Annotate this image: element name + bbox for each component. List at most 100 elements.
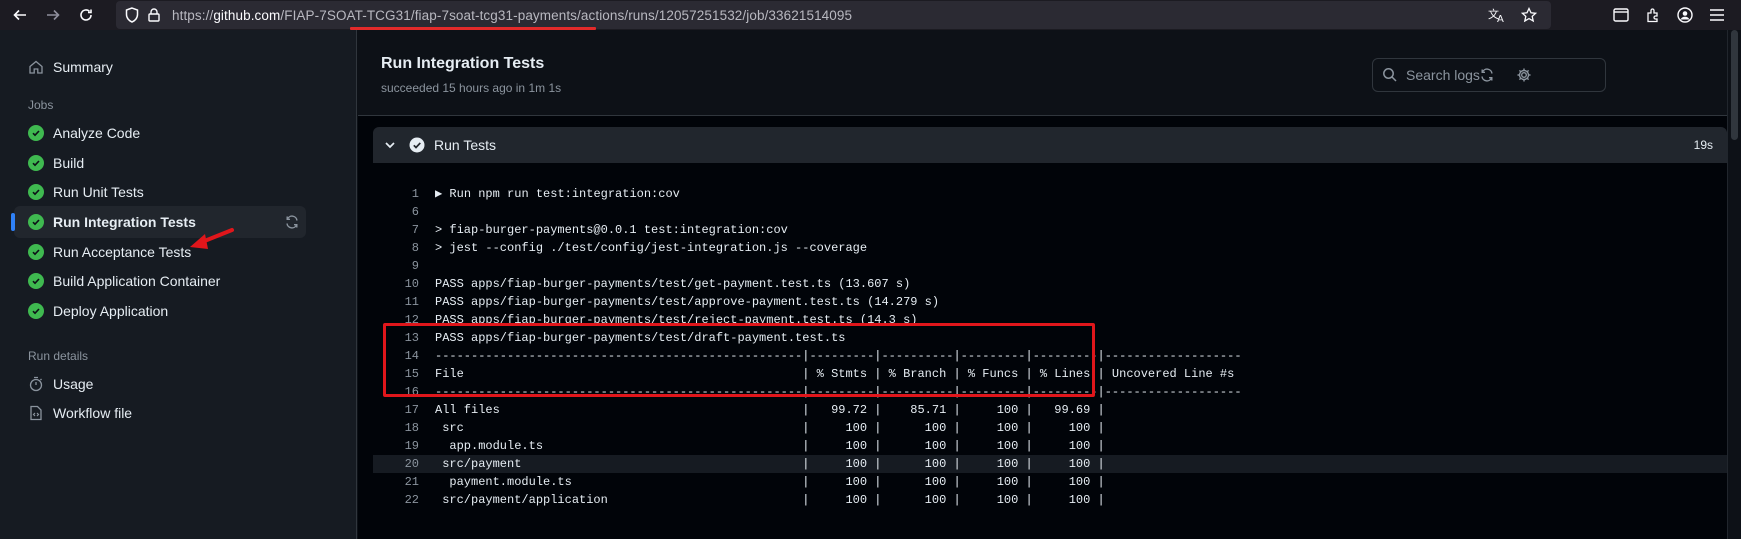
log-line: 21 payment.module.ts | 100 | 100 | 100 |… — [373, 473, 1727, 491]
sidebar-item-label: Run Integration Tests — [53, 214, 196, 230]
menu-icon[interactable] — [1707, 5, 1727, 25]
success-check-icon — [28, 125, 44, 141]
log-text: app.module.ts | 100 | 100 | 100 | 100 | — [435, 439, 1105, 453]
sidebar-item-label: Usage — [53, 376, 94, 392]
sidebar-item-label: Analyze Code — [53, 125, 141, 141]
sidebar-item-label: Run Unit Tests — [53, 184, 144, 200]
sidebar-item-label: Run Acceptance Tests — [53, 244, 192, 260]
log-line: 22 src/payment/application | 100 | 100 |… — [373, 491, 1727, 509]
sidebar-job-run-acceptance-tests[interactable]: Run Acceptance Tests — [14, 236, 306, 268]
log-line-highlighted: 20 src/payment | 100 | 100 | 100 | 100 | — [373, 455, 1727, 473]
log-text: PASS apps/fiap-burger-payments/test/appr… — [435, 295, 940, 309]
refresh-icon[interactable] — [1478, 66, 1496, 84]
browser-toolbar: https://github.com/FIAP-7SOAT-TCG31/fiap… — [0, 0, 1741, 30]
rerun-job-icon[interactable] — [284, 214, 300, 230]
log-line: 10 PASS apps/fiap-burger-payments/test/ge… — [373, 275, 1727, 293]
job-title: Run Integration Tests — [381, 55, 545, 72]
sidebar-item-label: Workflow file — [53, 405, 133, 421]
jobs-heading: Jobs — [28, 98, 54, 112]
log-text[interactable]: ▶ Run npm run test:integration:cov — [435, 185, 680, 203]
chevron-down-icon — [382, 137, 398, 153]
step-title: Run Tests — [434, 137, 496, 153]
page-scrollbar[interactable] — [1727, 30, 1741, 539]
line-number[interactable]: 17 — [373, 401, 419, 419]
success-check-icon — [28, 184, 44, 200]
line-number[interactable]: 7 — [373, 221, 419, 239]
search-logs-input[interactable] — [1406, 67, 1596, 83]
sidebar-job-run-unit-tests[interactable]: Run Unit Tests — [14, 176, 306, 208]
log-line: 7 > fiap-burger-payments@0.0.1 test:integ… — [373, 221, 1727, 239]
log-text: payment.module.ts | 100 | 100 | 100 | 10… — [435, 475, 1105, 489]
sidebar-item-label: Build — [53, 155, 85, 171]
search-icon — [1382, 67, 1398, 83]
reload-icon[interactable] — [73, 2, 99, 28]
log-line: 9 — [373, 257, 1727, 275]
step-duration: 19s — [1693, 138, 1713, 152]
sidebar-item-workflow-file[interactable]: Workflow file — [14, 397, 306, 429]
line-number[interactable]: 18 — [373, 419, 419, 437]
scrollbar-thumb[interactable] — [1731, 30, 1738, 140]
url-prefix: https:// — [172, 7, 214, 23]
file-code-icon — [28, 405, 44, 421]
line-number[interactable]: 6 — [373, 203, 419, 221]
line-number[interactable]: 21 — [373, 473, 419, 491]
success-check-icon — [28, 244, 44, 260]
coverage-annotation-box — [383, 323, 1095, 397]
back-icon[interactable] — [7, 2, 33, 28]
sidebar-job-run-integration-tests[interactable]: Run Integration Tests — [11, 206, 306, 238]
svg-text:A: A — [1497, 14, 1504, 23]
log-text: src/payment/application | 100 | 100 | 10… — [435, 493, 1105, 507]
sidebar-item-label: Summary — [53, 59, 113, 75]
success-check-icon — [28, 273, 44, 289]
log-line: 8 > jest --config ./test/config/jest-inte… — [373, 239, 1727, 257]
success-check-icon — [28, 214, 44, 230]
line-number[interactable]: 22 — [373, 491, 419, 509]
log-text: src | 100 | 100 | 100 | 100 | — [435, 421, 1105, 435]
log-text: > fiap-burger-payments@0.0.1 test:integr… — [435, 223, 788, 237]
sidebar-job-deploy-application[interactable]: Deploy Application — [14, 295, 306, 327]
log-text: > jest --config ./test/config/jest-integ… — [435, 241, 868, 255]
line-number[interactable]: 20 — [373, 455, 419, 473]
sidebar-job-analyze-code[interactable]: Analyze Code — [14, 117, 306, 149]
log-line: 17 All files | 99.72 | 85.71 | 100 | 99.6… — [373, 401, 1727, 419]
job-log-panel: Run Integration Tests succeeded 15 hours… — [358, 30, 1727, 539]
url-text[interactable]: https://github.com/FIAP-7SOAT-TCG31/fiap… — [172, 8, 852, 23]
line-number[interactable]: 1 — [373, 185, 419, 203]
translate-icon[interactable]: 文A — [1487, 5, 1507, 25]
log-line: 18 src | 100 | 100 | 100 | 100 | — [373, 419, 1727, 437]
shield-icon[interactable] — [122, 5, 142, 25]
success-check-icon — [28, 303, 44, 319]
url-bar[interactable]: https://github.com/FIAP-7SOAT-TCG31/fiap… — [116, 1, 1551, 29]
line-number[interactable]: 19 — [373, 437, 419, 455]
log-text: src/payment | 100 | 100 | 100 | 100 | — [435, 457, 1105, 471]
bookmark-star-icon[interactable] — [1519, 5, 1539, 25]
line-number[interactable]: 10 — [373, 275, 419, 293]
log-text: PASS apps/fiap-burger-payments/test/get-… — [435, 277, 911, 291]
stopwatch-icon — [28, 376, 44, 392]
sidebar-job-build[interactable]: Build — [14, 147, 306, 179]
gear-icon[interactable] — [1515, 66, 1533, 84]
line-number[interactable]: 9 — [373, 257, 419, 275]
reader-view-icon[interactable] — [1611, 5, 1631, 25]
line-number[interactable]: 11 — [373, 293, 419, 311]
job-header: Run Integration Tests succeeded 15 hours… — [358, 30, 1727, 116]
sidebar-item-label: Build Application Container — [53, 273, 221, 289]
line-number[interactable]: 8 — [373, 239, 419, 257]
log-line: 19 app.module.ts | 100 | 100 | 100 | 100… — [373, 437, 1727, 455]
home-icon — [28, 59, 44, 75]
lock-icon[interactable] — [144, 5, 164, 25]
annotation-arrow-icon — [190, 228, 234, 249]
log-line: 1 ▶ Run npm run test:integration:cov — [373, 185, 1727, 203]
extensions-icon[interactable] — [1643, 5, 1663, 25]
sidebar-item-summary[interactable]: Summary — [14, 51, 306, 83]
account-icon[interactable] — [1675, 5, 1695, 25]
sidebar-job-build-application-container[interactable]: Build Application Container — [14, 265, 306, 297]
success-check-icon — [28, 155, 44, 171]
forward-icon[interactable] — [40, 2, 66, 28]
log-line: 11 PASS apps/fiap-burger-payments/test/ap… — [373, 293, 1727, 311]
run-details-heading: Run details — [28, 349, 89, 363]
log-text: All files | 99.72 | 85.71 | 100 | 99.69 … — [435, 403, 1105, 417]
log-line: 6 — [373, 203, 1727, 221]
step-header-run-tests[interactable]: Run Tests 19s — [373, 127, 1727, 163]
sidebar-item-usage[interactable]: Usage — [14, 368, 306, 400]
